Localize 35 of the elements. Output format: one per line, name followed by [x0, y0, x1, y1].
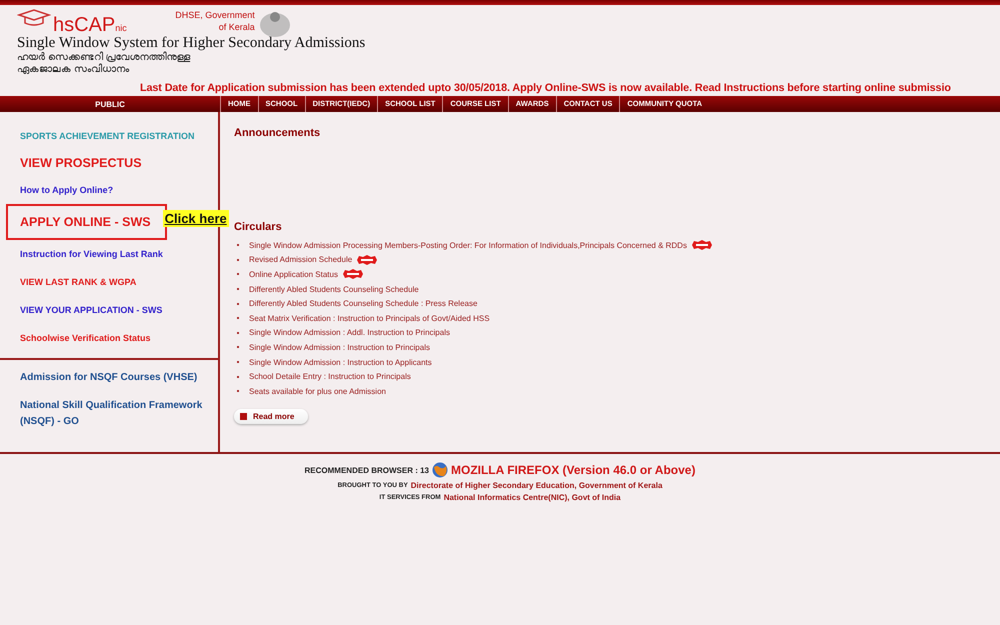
circular-link[interactable]: Revised Admission Schedule	[249, 255, 352, 264]
footer-credit: National Informatics Centre(NIC), Govt of India	[444, 493, 621, 502]
browser-globe-icon	[432, 462, 448, 478]
footer-label: RECOMMENDED BROWSER : 13	[304, 466, 429, 474]
sidebar-link[interactable]: VIEW PROSPECTUS	[0, 150, 142, 176]
circular-link[interactable]: Differently Abled Students Counseling Schedule : Press Release	[249, 299, 478, 308]
section-heading: Circulars	[234, 220, 283, 234]
circular-link[interactable]: Single Window Admission : Instruction to Principals	[249, 342, 430, 352]
circular-link[interactable]: Single Window Admission : Instruction to Applicants	[249, 358, 432, 367]
sidebar-link[interactable]: Instruction for Viewing Last Rank	[0, 240, 163, 268]
circular-link[interactable]: Single Window Admission : Addl. Instruction to Principals	[249, 328, 450, 338]
circular-link[interactable]: School Detaile Entry : Instruction to Principals	[249, 372, 411, 382]
mortarboard-icon	[17, 9, 51, 27]
sidebar-link[interactable]: VIEW LAST RANK & WGPA	[0, 268, 136, 296]
circular-link[interactable]: Seat Matrix Verification : Instruction to Principals of Govt/Aided HSS	[249, 314, 490, 323]
sidebar-heading: PUBLIC	[94, 100, 126, 108]
sidebar-link[interactable]: Admission for NSQF Courses (VHSE)	[20, 370, 210, 386]
agency-name: DHSE, Government of Kerala	[174, 9, 255, 33]
sidebar-link[interactable]: Schoolwise Verification Status	[0, 324, 151, 352]
footer-credit: Directorate of Higher Secondary Education, Government of Kerala	[410, 481, 662, 490]
circular-link[interactable]: Differently Abled Students Counseling Schedule	[249, 284, 419, 294]
site-title: Single Window System for Higher Secondary Admissions	[17, 35, 366, 52]
callout-label: Click here	[162, 210, 229, 226]
ticker-text: Last Date for Application submission has been extended upto 30/05/2018. Apply Online-SWS is now available. Read Instructions before starting online submissio	[139, 81, 952, 96]
sidebar-link[interactable]: VIEW YOUR APPLICATION - SWS	[0, 296, 162, 324]
circular-link[interactable]: Seats available for plus one Admission	[249, 386, 386, 396]
sidebar-link[interactable]: How to Apply Online?	[0, 176, 114, 204]
browser-name: MOZILLA FIREFOX (Version 46.0 or Above)	[450, 463, 696, 477]
section-heading: Announcements	[234, 126, 322, 140]
sidebar-link[interactable]: National Skill Qualification Framework (NSQF) - GO	[20, 398, 210, 430]
site-subtitle: ഏകജാലക സംവിധാനം	[17, 64, 130, 76]
read-more-button[interactable]: Read more	[234, 408, 308, 424]
circular-link[interactable]: Online Application Status	[249, 270, 338, 279]
circular-link[interactable]: Single Window Admission Processing Members-Posting Order: For Information of Individuals,Principals Concerned & RDDs	[249, 240, 687, 250]
site-subtitle: ഹയർ സെക്കണ്ടറി പ്രവേശനത്തിനുള്ള	[17, 52, 192, 64]
